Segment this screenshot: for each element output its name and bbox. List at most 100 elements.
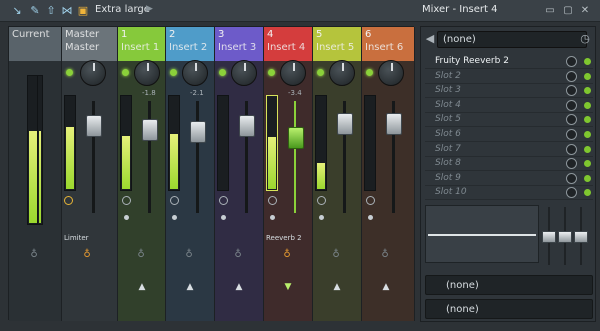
route-pin-icon[interactable]: ♁ [282,249,292,261]
fx-slot[interactable]: Slot 10 [425,186,593,201]
eq-display[interactable] [425,205,539,263]
fx-slot[interactable]: Fruity Reeverb 2 [425,55,593,69]
fx-clock-icon[interactable] [170,196,179,205]
slot-enable-led[interactable] [584,189,591,197]
window-icon[interactable]: ▣ [76,4,90,18]
slot-enable-led[interactable] [584,87,591,95]
up-arrow-icon[interactable]: ▲ [136,282,148,292]
fx-clock-icon[interactable] [122,196,131,205]
strip-current[interactable]: Current ♁ [9,27,62,321]
fx-clock-icon[interactable] [366,196,375,205]
volume-fader[interactable] [337,113,353,135]
fx-clock-icon[interactable] [219,196,228,205]
output-select[interactable]: (none) [425,299,593,319]
mute-led[interactable] [219,69,226,76]
bowtie-icon[interactable]: ⋈ [60,4,74,18]
route-pin-icon[interactable]: ♁ [233,249,243,261]
slot-enable-led[interactable] [584,145,591,153]
brush-icon[interactable]: ✎ [28,4,42,18]
upload-icon[interactable]: ⇧ [44,4,58,18]
volume-fader[interactable] [288,127,304,149]
slot-mix-knob[interactable] [566,129,577,140]
eq-band-fader[interactable] [558,207,572,265]
slot-mix-knob[interactable] [566,114,577,126]
fx-slot[interactable]: Slot 4 [425,99,593,113]
slot-mix-knob[interactable] [566,56,577,67]
send-dot[interactable] [124,215,129,220]
slot-mix-knob[interactable] [566,172,577,184]
strip-master[interactable]: Master Master Limiter ♁ [62,27,118,321]
fx-slot[interactable]: Slot 5 [425,113,593,128]
slot-mix-knob[interactable] [566,143,577,155]
slot-mix-knob[interactable] [566,99,577,111]
send-dot[interactable] [270,215,275,220]
route-pin-icon[interactable]: ♁ [184,249,194,261]
send-dot[interactable] [368,215,373,220]
history-icon[interactable]: ◷ [578,32,592,46]
pan-knob[interactable] [280,60,306,86]
fx-slot[interactable]: Slot 6 [425,128,593,142]
volume-fader[interactable] [239,115,255,137]
pan-knob[interactable] [329,60,355,86]
slot-enable-led[interactable] [584,160,591,168]
slot-mix-knob[interactable] [566,187,577,199]
fx-clock-icon[interactable] [64,196,73,205]
volume-fader[interactable] [386,113,402,135]
up-arrow-icon[interactable]: ▲ [331,282,343,292]
arrow-tool-icon[interactable]: ↘ [10,4,24,18]
send-dot[interactable] [221,215,226,220]
route-pin-icon[interactable]: ♁ [136,249,146,261]
up-arrow-icon[interactable]: ▲ [233,282,245,292]
size-label[interactable]: Extra large [95,4,150,15]
pan-knob[interactable] [182,60,208,86]
fx-clock-icon[interactable] [317,196,326,205]
mute-led[interactable] [268,69,275,76]
pan-knob[interactable] [134,60,160,86]
slot-mix-knob[interactable] [566,85,577,97]
eq-band-fader[interactable] [542,207,556,265]
route-pin-icon[interactable]: ♁ [29,249,39,261]
slot-mix-knob[interactable] [566,158,577,170]
volume-fader[interactable] [190,121,206,143]
mute-led[interactable] [366,69,373,76]
pan-knob[interactable] [378,60,404,86]
route-pin-icon[interactable]: ♁ [380,249,390,261]
fx-slot[interactable]: Slot 7 [425,143,593,157]
route-pin-icon[interactable]: ♁ [331,249,341,261]
fx-slot[interactable]: Slot 2 [425,70,593,84]
slot-mix-knob[interactable] [566,70,577,82]
strip-insert-3[interactable]: 3 Insert 3 ♁ ▲ [215,27,264,321]
send-dot[interactable] [319,215,324,220]
send-dot[interactable] [172,215,177,220]
slot-enable-led[interactable] [584,101,591,109]
eq-band-fader[interactable] [574,207,588,265]
slot-enable-led[interactable] [584,116,591,124]
mute-led[interactable] [122,69,129,76]
slot-enable-led[interactable] [584,131,591,138]
fx-slot[interactable]: Slot 3 [425,84,593,99]
close-icon[interactable]: ✕ [579,5,591,17]
slot-enable-led[interactable] [584,58,591,65]
input-select[interactable]: (none) [425,275,593,295]
mute-led[interactable] [66,69,73,76]
mute-led[interactable] [170,69,177,76]
slot-enable-led[interactable] [584,72,591,80]
minimize-icon[interactable]: ▭ [544,5,556,17]
up-arrow-icon[interactable]: ▲ [184,282,196,292]
strip-insert-6[interactable]: 6 Insert 6 ♁ ▲ [362,27,415,321]
preset-select[interactable]: (none) [437,31,587,48]
restore-icon[interactable]: ▢ [562,5,574,17]
fx-slot[interactable]: Slot 9 [425,172,593,186]
route-pin-icon[interactable]: ♁ [82,249,92,261]
down-arrow-icon[interactable]: ▼ [282,282,294,292]
fx-clock-icon[interactable] [268,196,277,205]
volume-knob[interactable] [80,60,106,86]
volume-fader[interactable] [86,115,102,137]
pan-knob[interactable] [231,60,257,86]
slot-enable-led[interactable] [584,174,591,182]
strip-insert-1[interactable]: 1 Insert 1 -1.8 ♁ ▲ [118,27,166,321]
strip-insert-4[interactable]: 4 Insert 4 -3.4 Reeverb 2 ♁ ▼ [264,27,313,321]
menu-arrow-icon[interactable]: ▶ [146,4,153,14]
strip-insert-2[interactable]: 2 Insert 2 -2.1 ♁ ▲ [166,27,215,321]
up-arrow-icon[interactable]: ▲ [380,282,392,292]
